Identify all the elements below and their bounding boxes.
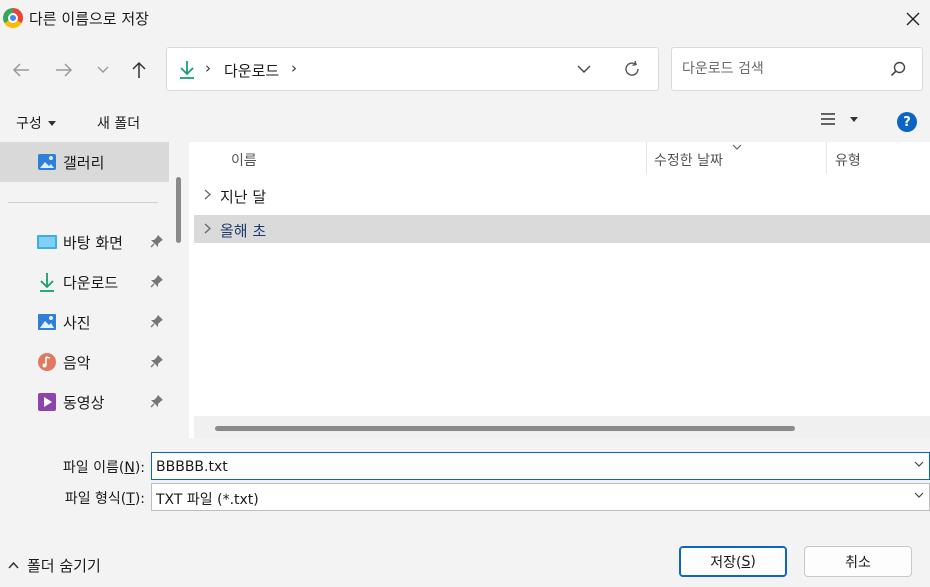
organize-button[interactable]: 구성 bbox=[16, 113, 56, 133]
close-button[interactable] bbox=[896, 0, 930, 38]
refresh-button[interactable] bbox=[623, 60, 641, 82]
close-icon bbox=[906, 12, 920, 26]
videos-icon bbox=[38, 393, 56, 411]
refresh-icon bbox=[625, 60, 639, 76]
download-icon bbox=[40, 273, 54, 292]
address-bar[interactable]: › 다운로드 › bbox=[166, 47, 659, 91]
caret-down-icon bbox=[47, 120, 56, 126]
pin-icon[interactable] bbox=[150, 314, 164, 328]
pin-icon[interactable] bbox=[150, 394, 164, 408]
desktop-icon bbox=[37, 235, 57, 249]
chevron-right-icon[interactable]: › bbox=[291, 59, 297, 77]
filename-combobox[interactable] bbox=[151, 452, 930, 480]
search-box[interactable] bbox=[671, 47, 923, 91]
filetype-label: 파일 형식(T): bbox=[64, 491, 145, 507]
new-folder-button[interactable]: 새 폴더 bbox=[97, 113, 140, 133]
column-divider[interactable] bbox=[646, 142, 647, 174]
gallery-icon bbox=[38, 154, 56, 170]
save-options-pane: 파일 이름(N): 파일 형식(T): TXT 파일 (*.txt) 폴더 숨기… bbox=[0, 438, 930, 587]
sidebar-item-label: 사진 bbox=[63, 314, 91, 332]
pin-icon[interactable] bbox=[150, 234, 164, 248]
group-label: 지난 달 bbox=[220, 188, 267, 206]
column-header-type[interactable]: 유형 bbox=[835, 150, 861, 170]
sidebar-item-desktop[interactable]: 바탕 화면 bbox=[0, 222, 169, 262]
filename-input[interactable] bbox=[156, 457, 896, 477]
filename-label: 파일 이름(N): bbox=[62, 460, 145, 476]
help-button[interactable]: ? bbox=[897, 112, 917, 132]
filetype-value: TXT 파일 (*.txt) bbox=[156, 492, 259, 508]
organize-label: 구성 bbox=[16, 116, 42, 132]
chevron-up-icon bbox=[8, 562, 19, 569]
pin-icon[interactable] bbox=[150, 274, 164, 288]
sidebar-item-pictures[interactable]: 사진 bbox=[0, 302, 169, 342]
command-bar: 구성 새 폴더 ? bbox=[0, 102, 930, 142]
group-header-earlier-this-year[interactable]: 올해 초 bbox=[194, 215, 930, 243]
chevron-down-icon[interactable] bbox=[914, 492, 924, 498]
sidebar-item-downloads[interactable]: 다운로드 bbox=[0, 262, 169, 302]
hide-folders-toggle[interactable]: 폴더 숨기기 bbox=[8, 555, 101, 576]
chevron-right-icon: › bbox=[205, 59, 211, 77]
sidebar-item-label: 바탕 화면 bbox=[63, 234, 123, 252]
music-icon bbox=[38, 353, 56, 371]
file-list: 이름 수정한 날짜 유형 지난 달 올해 초 bbox=[189, 142, 930, 438]
breadcrumb-downloads[interactable]: 다운로드 bbox=[224, 60, 279, 81]
forward-button[interactable] bbox=[48, 54, 80, 86]
sidebar-item-documents[interactable] bbox=[0, 427, 169, 438]
chrome-icon bbox=[3, 8, 23, 28]
sidebar-divider bbox=[8, 202, 158, 203]
group-header-last-month[interactable]: 지난 달 bbox=[194, 181, 930, 209]
help-icon: ? bbox=[903, 114, 911, 130]
sidebar-scrollbar-thumb[interactable] bbox=[176, 177, 181, 243]
horizontal-scrollbar-thumb[interactable] bbox=[215, 426, 795, 431]
sidebar-item-label: 갤러리 bbox=[63, 154, 105, 172]
group-label: 올해 초 bbox=[220, 222, 267, 240]
chevron-right-icon[interactable] bbox=[204, 223, 211, 234]
chevron-right-icon[interactable] bbox=[204, 189, 211, 200]
title-bar: 다른 이름으로 저장 bbox=[0, 0, 930, 38]
pictures-icon bbox=[38, 314, 56, 330]
window-title: 다른 이름으로 저장 bbox=[29, 10, 149, 28]
column-divider[interactable] bbox=[826, 142, 827, 174]
sidebar-item-label: 다운로드 bbox=[63, 274, 119, 292]
up-button[interactable] bbox=[123, 54, 155, 86]
sidebar-scrollbar[interactable] bbox=[169, 142, 189, 438]
sidebar-item-videos[interactable]: 동영상 bbox=[0, 382, 169, 422]
list-view-icon bbox=[821, 113, 835, 125]
horizontal-scrollbar[interactable] bbox=[194, 416, 930, 438]
recent-locations-button[interactable] bbox=[87, 54, 119, 86]
sidebar-item-label: 음악 bbox=[63, 354, 91, 372]
save-button[interactable]: 저장(S) bbox=[679, 546, 787, 577]
caret-down-icon bbox=[850, 116, 858, 122]
sidebar-item-music[interactable]: 음악 bbox=[0, 342, 169, 382]
chevron-down-icon bbox=[577, 65, 591, 73]
search-icon[interactable] bbox=[890, 61, 906, 81]
sidebar-item-gallery[interactable]: 갤러리 bbox=[0, 142, 169, 182]
navigation-bar: › 다운로드 › bbox=[0, 38, 930, 102]
navigation-pane: 갤러리 바탕 화면 다운로드 사진 음악 동영상 bbox=[0, 142, 169, 438]
column-header-name[interactable]: 이름 bbox=[231, 150, 257, 170]
sort-chevron-icon bbox=[732, 144, 742, 150]
pin-icon[interactable] bbox=[150, 354, 164, 368]
filetype-select[interactable]: TXT 파일 (*.txt) bbox=[151, 483, 930, 511]
arrow-left-icon bbox=[12, 63, 29, 77]
chevron-down-icon[interactable] bbox=[914, 461, 924, 467]
hide-folders-label: 폴더 숨기기 bbox=[27, 557, 101, 575]
address-history-dropdown[interactable] bbox=[577, 62, 591, 78]
arrow-right-icon bbox=[56, 63, 73, 77]
view-options-button[interactable] bbox=[820, 112, 858, 126]
cancel-button[interactable]: 취소 bbox=[804, 546, 912, 577]
sidebar-item-label: 동영상 bbox=[63, 394, 105, 412]
chevron-down-icon bbox=[97, 66, 109, 73]
search-input[interactable] bbox=[682, 58, 882, 80]
arrow-up-icon bbox=[132, 61, 146, 78]
back-button[interactable] bbox=[5, 54, 37, 86]
column-header-date-modified[interactable]: 수정한 날짜 bbox=[654, 150, 723, 170]
download-icon bbox=[180, 61, 194, 79]
